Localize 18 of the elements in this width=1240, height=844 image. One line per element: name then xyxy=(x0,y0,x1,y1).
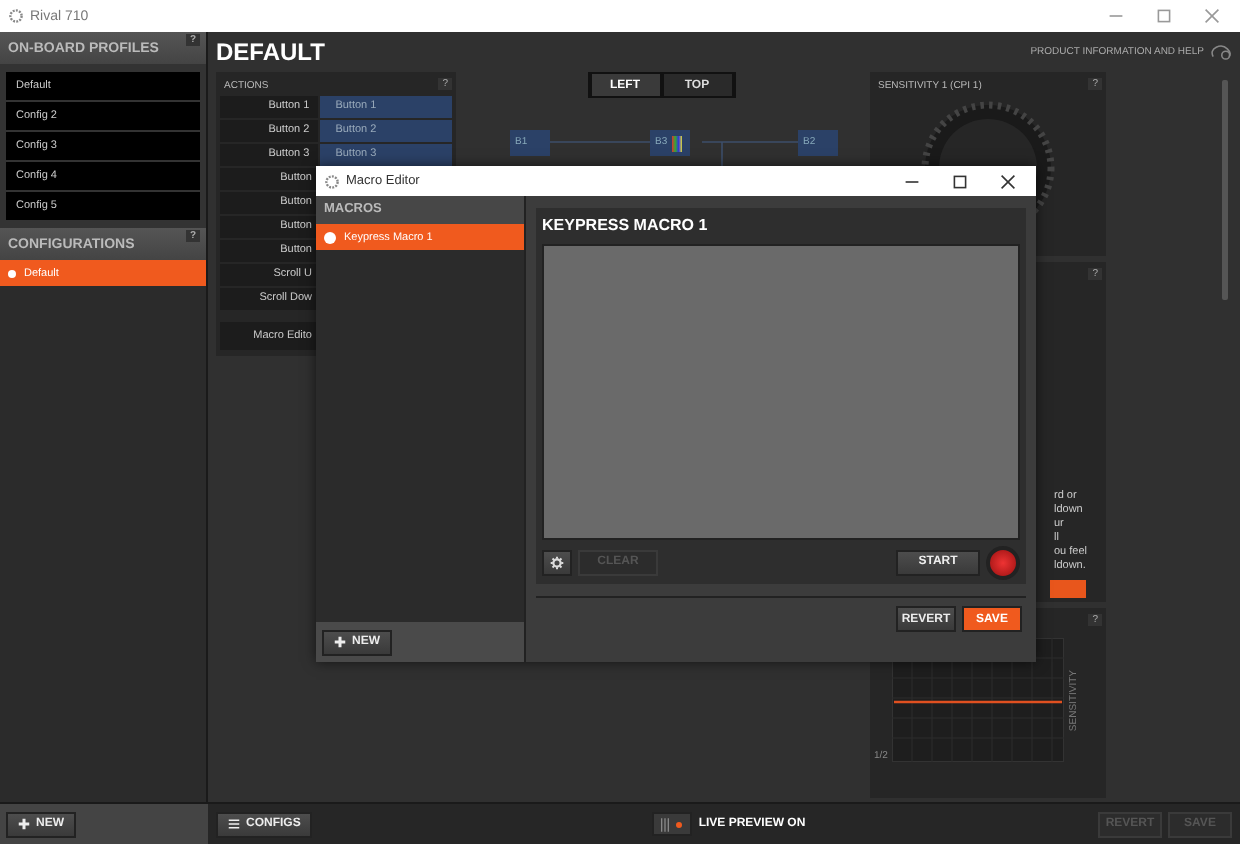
plus-icon xyxy=(18,818,30,830)
settings-button[interactable] xyxy=(542,549,572,575)
list-icon xyxy=(228,818,240,830)
app-logo-icon xyxy=(324,173,340,189)
record-button[interactable] xyxy=(986,545,1020,579)
scrollbar[interactable] xyxy=(1222,80,1228,300)
maximize-icon[interactable] xyxy=(952,173,968,189)
page-title: DEFAULT xyxy=(216,38,325,66)
app-logo-icon xyxy=(8,8,24,24)
color-swatch-icon xyxy=(671,135,682,151)
close-icon[interactable] xyxy=(1000,173,1016,189)
grip-icon xyxy=(660,817,671,831)
live-preview-toggle[interactable] xyxy=(652,812,693,836)
gear-icon xyxy=(550,555,564,569)
macro-title: KEYPRESS MACRO 1 xyxy=(542,214,710,238)
plus-icon xyxy=(334,636,346,648)
macro-recording-area[interactable] xyxy=(542,244,1020,540)
help-icon[interactable] xyxy=(1210,44,1232,60)
